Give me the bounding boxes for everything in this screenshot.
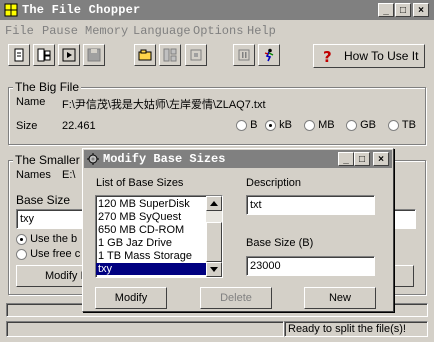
app-icon — [4, 3, 18, 17]
use-free-label: Use free c — [30, 248, 81, 260]
big-file-group-label: The Big File — [13, 80, 82, 94]
dialog-maximize-button[interactable]: □ — [354, 152, 370, 166]
list-item[interactable]: 1 TB Mass Storage — [96, 250, 206, 262]
unit-mb-label: MB — [318, 119, 335, 131]
radio-tb[interactable] — [388, 119, 399, 131]
pause-button[interactable] — [233, 44, 255, 66]
unit-mb-radio[interactable]: MB — [304, 119, 335, 131]
split-icon — [37, 48, 51, 62]
menu-pause[interactable]: Pause — [42, 24, 78, 38]
split-button[interactable] — [33, 44, 55, 66]
names-label: Names — [16, 169, 51, 181]
question-icon: ? — [320, 48, 336, 67]
dialog-base-size-label: Base Size (B) — [246, 237, 314, 249]
app-title: The File Chopper — [22, 3, 141, 17]
dialog-title: Modify Base Sizes — [103, 152, 226, 166]
unit-kb-label: kB — [279, 119, 292, 131]
disk-icon — [87, 48, 101, 62]
running-man-icon — [264, 48, 274, 62]
batch-button[interactable] — [159, 44, 181, 66]
size-label: Size — [16, 120, 38, 132]
menu-help[interactable]: Help — [247, 24, 276, 38]
pause-icon — [238, 49, 250, 61]
list-item[interactable]: 270 MB SyQuest — [96, 211, 206, 223]
folder-icon — [138, 49, 152, 61]
unit-b-radio[interactable]: B — [236, 119, 257, 131]
use-base-label: Use the b — [30, 233, 78, 245]
list-item[interactable]: 650 MB CD-ROM — [96, 224, 206, 236]
list-item-selected[interactable]: txy — [96, 263, 206, 275]
join-button[interactable] — [134, 44, 156, 66]
unit-gb-label: GB — [360, 119, 376, 131]
description-input[interactable]: txt — [246, 195, 375, 215]
minimize-button[interactable]: _ — [378, 3, 394, 17]
dialog-minimize-button[interactable]: _ — [338, 152, 354, 166]
stop-icon — [190, 49, 202, 61]
radio-gb[interactable] — [346, 119, 357, 131]
dialog-gear-icon — [86, 152, 100, 166]
unit-gb-radio[interactable]: GB — [346, 119, 376, 131]
unit-tb-radio[interactable]: TB — [388, 119, 416, 131]
how-to-use-label: How To Use It — [344, 49, 419, 63]
description-label: Description — [246, 177, 302, 189]
menu-bar: File Pause Memory Language Options Help — [0, 21, 434, 39]
exit-button[interactable] — [258, 44, 280, 66]
dialog-base-size-input[interactable]: 23000 — [246, 256, 375, 276]
list-item[interactable]: 1 GB Jaz Drive — [96, 237, 206, 249]
menu-options[interactable]: Options — [193, 24, 243, 38]
base-sizes-list[interactable]: 120 MB SuperDisk 270 MB SyQuest 650 MB C… — [95, 195, 223, 278]
how-to-use-button[interactable]: ? How To Use It — [313, 44, 425, 68]
name-label: Name — [16, 96, 46, 108]
delete-button[interactable]: Delete — [200, 287, 272, 309]
unit-b-label: B — [250, 119, 258, 131]
scroll-up-button[interactable] — [206, 196, 222, 211]
radio-kb[interactable] — [265, 119, 276, 131]
big-file-name-value: F:\尹信茂\我是大姑师\左岸爱情\ZLAQ7.txt — [62, 99, 266, 111]
big-file-size-value: 22.461 — [62, 120, 96, 132]
list-of-base-sizes-label: List of Base Sizes — [96, 177, 184, 189]
open-file-button[interactable] — [8, 44, 30, 66]
arrow-down-icon — [210, 267, 218, 272]
modify-button[interactable]: Modify — [95, 287, 167, 309]
scroll-down-button[interactable] — [206, 262, 222, 277]
status-left-panel — [6, 321, 284, 337]
radio-b[interactable] — [236, 119, 247, 131]
smaller-files-group-label: The Smaller F — [13, 153, 93, 167]
svg-text:?: ? — [323, 48, 332, 64]
scroll-thumb[interactable] — [206, 222, 222, 262]
list-scrollbar[interactable] — [206, 196, 222, 277]
unit-kb-radio[interactable]: kB — [265, 119, 292, 131]
list-item[interactable]: 120 MB SuperDisk — [96, 198, 206, 210]
names-value: E:\ — [62, 169, 76, 181]
menu-language[interactable]: Language — [133, 24, 191, 38]
maximize-button[interactable]: □ — [395, 3, 411, 17]
menu-file[interactable]: File — [5, 24, 34, 38]
menu-memory[interactable]: Memory — [85, 24, 128, 38]
close-button[interactable]: × — [413, 3, 429, 17]
radio-mb[interactable] — [304, 119, 315, 131]
new-button[interactable]: New — [304, 287, 376, 309]
arrow-up-icon — [210, 201, 218, 206]
dialog-close-button[interactable]: × — [373, 152, 389, 166]
play-button[interactable] — [58, 44, 80, 66]
use-base-radio[interactable]: Use the b — [16, 233, 77, 245]
base-size-label: Base Size — [16, 193, 71, 207]
save-button[interactable] — [83, 44, 105, 66]
unit-tb-label: TB — [401, 119, 416, 131]
radio-use-free[interactable] — [16, 248, 27, 260]
play-icon — [62, 48, 76, 62]
batch-icon — [163, 48, 177, 62]
status-message: Ready to split the file(s)! — [284, 321, 428, 337]
stop-button[interactable] — [185, 44, 207, 66]
open-file-icon — [14, 48, 24, 62]
radio-use-base[interactable] — [16, 233, 27, 245]
use-free-radio[interactable]: Use free c — [16, 248, 80, 260]
